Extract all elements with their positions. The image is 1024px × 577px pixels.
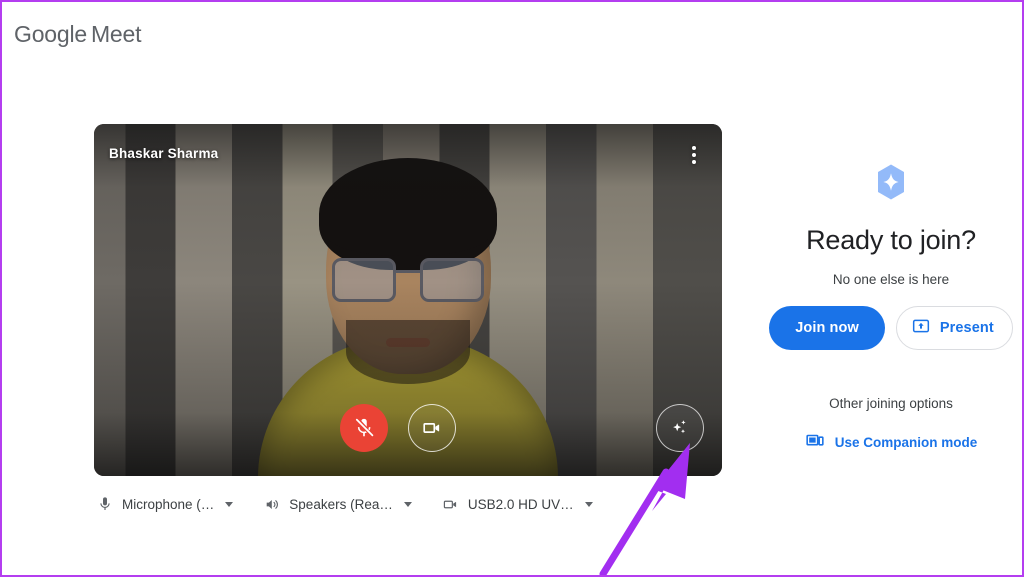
google-meet-logo: Google Meet [14,20,142,48]
chevron-down-icon [403,501,412,507]
more-vert-icon[interactable] [684,144,704,166]
present-button-label: Present [939,320,994,336]
join-actions: Join now Present [762,306,1020,350]
chevron-down-icon [584,501,593,507]
camera-icon [442,495,460,513]
meet-greenroom-page: Google Meet Bhaskar Sharma Microphone (…… [0,0,1024,577]
present-screen-icon [911,316,931,340]
mic-off-icon [355,418,374,437]
microphone-selector-label: Microphone (… [122,496,215,512]
page-title: Ready to join? [806,225,976,255]
speakers-selector-label: Speakers (Rea… [289,496,393,512]
join-now-button[interactable]: Join now [769,306,885,350]
microphone-selector[interactable]: Microphone (… [94,493,235,515]
chevron-down-icon [225,501,234,507]
device-selector-bar: Microphone (… Speakers (Rea… USB2.0 HD U… [94,490,722,518]
gemini-sparkle-icon [871,162,911,202]
use-companion-mode-link[interactable]: Use Companion mode [805,431,978,454]
camera-selector-label: USB2.0 HD UV… [467,496,574,512]
participants-status-text: No one else is here [832,272,950,287]
google-wordmark: Google [14,21,87,47]
microphone-toggle-button[interactable] [340,404,388,452]
microphone-icon [96,495,114,513]
camera-toggle-button[interactable] [408,404,456,452]
present-button[interactable]: Present [895,306,1013,350]
speaker-icon [263,495,281,513]
kebab-dot [692,160,696,164]
self-view-video: Bhaskar Sharma [94,124,722,476]
kebab-dot [692,153,696,157]
kebab-dot [692,146,696,150]
participant-name-label: Bhaskar Sharma [109,146,219,161]
video-preview-container: Bhaskar Sharma [94,124,722,476]
product-name: Meet [90,21,142,47]
speakers-selector[interactable]: Speakers (Rea… [261,493,414,515]
other-joining-options-label: Other joining options [829,396,953,411]
videocam-icon [423,423,440,433]
companion-device-icon [805,431,825,454]
visual-effects-button[interactable] [656,404,704,452]
sparkle-icon [673,420,686,434]
camera-selector[interactable]: USB2.0 HD UV… [440,493,595,515]
companion-mode-label: Use Companion mode [834,435,978,450]
join-panel: Ready to join? No one else is here Join … [762,162,1020,456]
